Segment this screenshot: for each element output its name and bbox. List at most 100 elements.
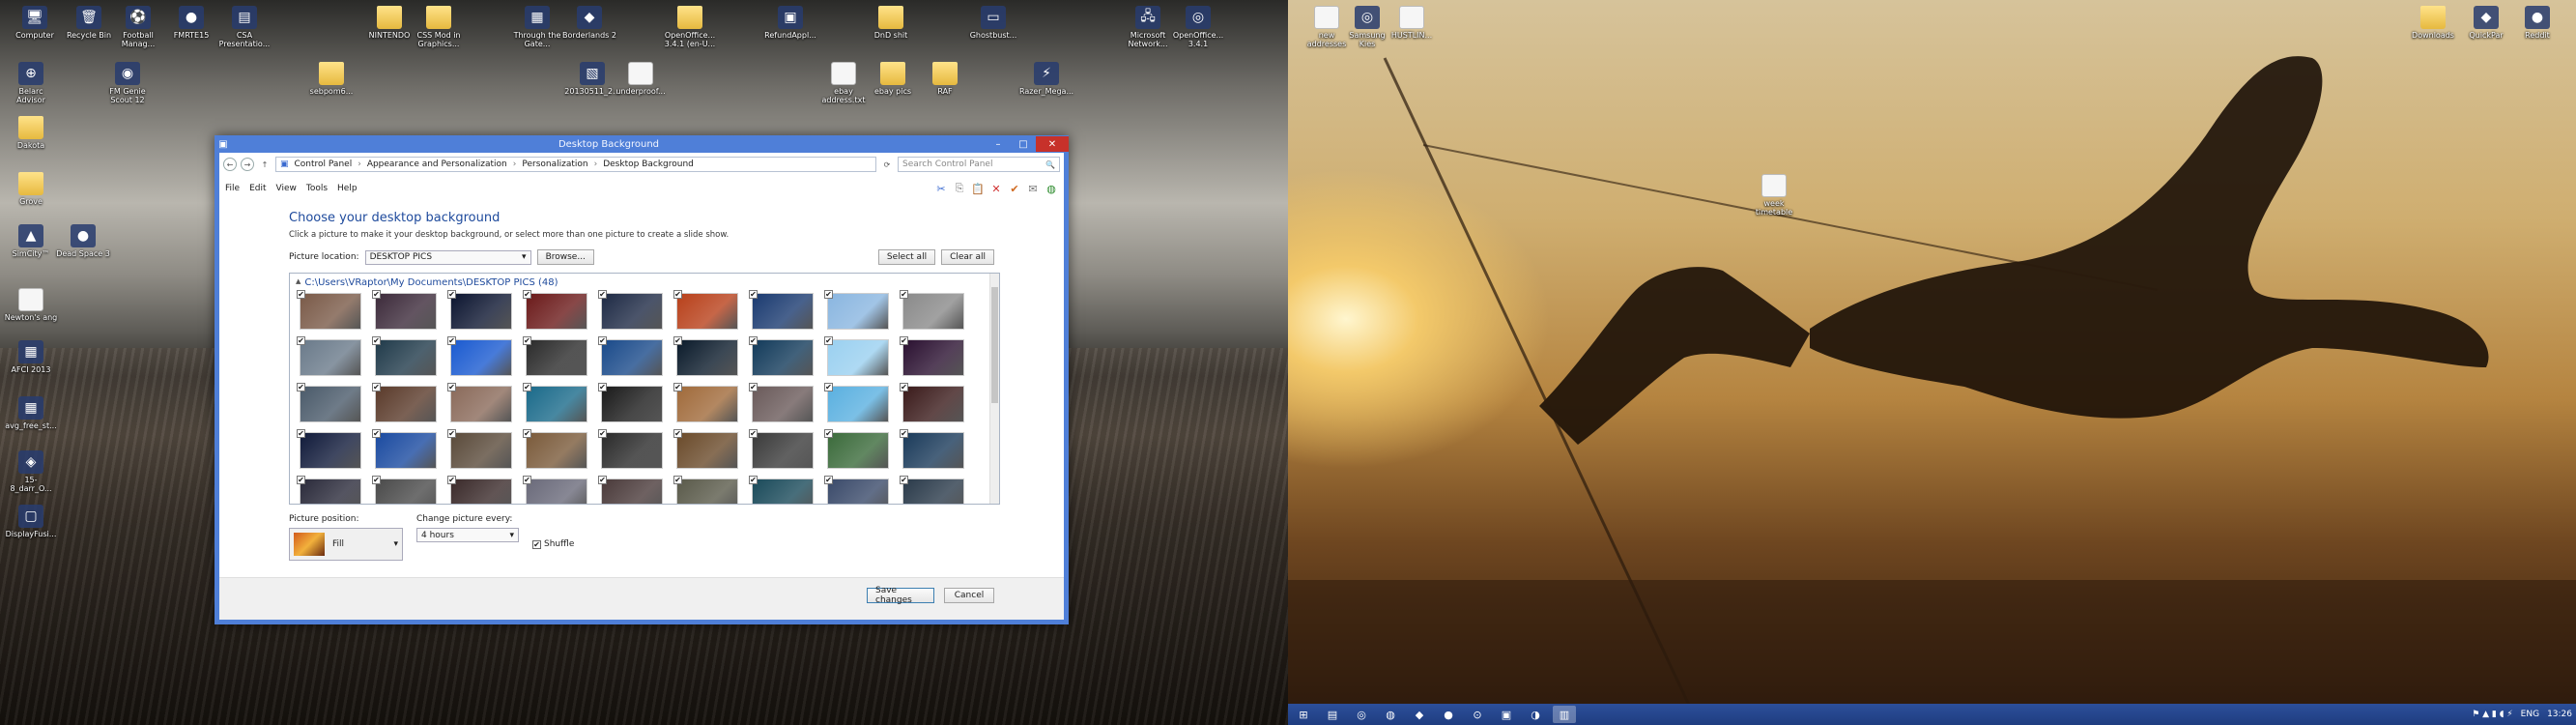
wallpaper-thumbnail[interactable]: ✔: [900, 476, 964, 504]
taskbar-item[interactable]: ⊙: [1466, 706, 1489, 723]
desktop-icon-3[interactable]: week timetable: [1747, 174, 1801, 217]
wallpaper-thumbnail[interactable]: ✔: [824, 290, 889, 330]
thumbnail-checkbox[interactable]: ✔: [523, 290, 531, 299]
thumbnail-checkbox[interactable]: ✔: [447, 336, 456, 345]
thumbnail-checkbox[interactable]: ✔: [372, 429, 381, 438]
group-header[interactable]: ▲ C:\Users\VRaptor\My Documents\DESKTOP …: [296, 277, 558, 288]
thumbnail-checkbox[interactable]: ✔: [523, 429, 531, 438]
wallpaper-thumbnail[interactable]: ✔: [447, 336, 512, 376]
wallpaper-thumbnail[interactable]: ✔: [372, 383, 437, 422]
thumbnail-checkbox[interactable]: ✔: [673, 476, 682, 484]
wallpaper-thumbnail[interactable]: ✔: [297, 290, 361, 330]
desktop-icon-2[interactable]: ⚽ Football Manag...: [111, 6, 165, 48]
wallpaper-thumbnail[interactable]: ✔: [673, 383, 738, 422]
thumbnail-checkbox[interactable]: ✔: [824, 476, 833, 484]
wallpaper-thumbnail[interactable]: ✔: [749, 336, 814, 376]
wallpaper-thumbnail[interactable]: ✔: [824, 476, 889, 504]
thumbnail-checkbox[interactable]: ✔: [824, 383, 833, 392]
thumbnail-checkbox[interactable]: ✔: [598, 336, 607, 345]
desktop-icon-17[interactable]: sebpom6...: [304, 62, 358, 96]
globe-icon[interactable]: ◍: [1045, 182, 1058, 195]
wallpaper-thumbnail[interactable]: ✔: [673, 429, 738, 469]
thumbnail-checkbox[interactable]: ✔: [673, 290, 682, 299]
thumbnail-checkbox[interactable]: ✔: [523, 336, 531, 345]
wallpaper-thumbnail[interactable]: ✔: [900, 336, 964, 376]
thumbnail-checkbox[interactable]: ✔: [447, 476, 456, 484]
taskbar-item[interactable]: ◍: [1379, 706, 1402, 723]
desktop-icon-5[interactable]: NINTENDO: [362, 6, 416, 40]
copy-icon[interactable]: ⎘: [953, 182, 966, 195]
desktop-icon-4[interactable]: ▤ CSA Presentatio...: [217, 6, 272, 48]
desktop-icon-4[interactable]: Downloads: [2406, 6, 2460, 40]
scrollbar-thumb[interactable]: [991, 287, 998, 403]
picture-grid[interactable]: ▲ C:\Users\VRaptor\My Documents\DESKTOP …: [289, 273, 1000, 505]
picture-position-select[interactable]: Fill ▾: [289, 528, 403, 561]
thumbnail-checkbox[interactable]: ✔: [372, 383, 381, 392]
wallpaper-thumbnail[interactable]: ✔: [749, 383, 814, 422]
desktop-icon-7[interactable]: ▦ Through the Gate...: [510, 6, 564, 48]
wallpaper-thumbnail[interactable]: ✔: [749, 476, 814, 504]
desktop-icon-29[interactable]: ▦ AFCI 2013: [4, 340, 58, 374]
up-button[interactable]: ↑: [258, 158, 272, 171]
desktop-icon-6[interactable]: ● Reddit: [2510, 6, 2564, 40]
wallpaper-thumbnail[interactable]: ✔: [824, 383, 889, 422]
thumbnail-checkbox[interactable]: ✔: [447, 429, 456, 438]
thumbnail-checkbox[interactable]: ✔: [749, 290, 758, 299]
wallpaper-thumbnail[interactable]: ✔: [900, 383, 964, 422]
picture-location-select[interactable]: DESKTOP PICS ▾: [364, 249, 531, 265]
thumbnail-checkbox[interactable]: ✔: [372, 290, 381, 299]
language-indicator[interactable]: ENG: [2521, 710, 2539, 719]
desktop-icon-23[interactable]: ⚡ Razer_Mega...: [1019, 62, 1073, 96]
thumbnail-checkbox[interactable]: ✔: [673, 383, 682, 392]
taskbar-item[interactable]: ▥: [1553, 706, 1576, 723]
wallpaper-thumbnail[interactable]: ✔: [598, 336, 663, 376]
thumbnail-checkbox[interactable]: ✔: [297, 290, 305, 299]
wallpaper-thumbnail[interactable]: ✔: [598, 429, 663, 469]
breadcrumb-item[interactable]: Control Panel: [295, 160, 353, 169]
wallpaper-thumbnail[interactable]: ✔: [523, 476, 587, 504]
desktop-icon-9[interactable]: OpenOffice... 3.4.1 (en-U...: [663, 6, 717, 48]
menu-tools[interactable]: Tools: [306, 184, 328, 193]
desktop-icon-32[interactable]: ▢ DisplayFusi...: [4, 505, 58, 538]
shuffle-checkbox[interactable]: ✔: [532, 539, 541, 549]
wallpaper-thumbnail[interactable]: ✔: [372, 429, 437, 469]
thumbnail-checkbox[interactable]: ✔: [447, 290, 456, 299]
desktop-icon-25[interactable]: Grove: [4, 172, 58, 206]
back-button[interactable]: ←: [223, 158, 237, 171]
menu-file[interactable]: File: [225, 184, 240, 193]
thumbnail-checkbox[interactable]: ✔: [598, 429, 607, 438]
mail-icon[interactable]: ✉: [1026, 182, 1040, 195]
wallpaper-thumbnail[interactable]: ✔: [598, 290, 663, 330]
taskbar-item[interactable]: ▣: [1495, 706, 1518, 723]
taskbar-item[interactable]: ◑: [1524, 706, 1547, 723]
wallpaper-thumbnail[interactable]: ✔: [673, 336, 738, 376]
paste-icon[interactable]: 📋: [971, 182, 985, 195]
wallpaper-thumbnail[interactable]: ✔: [749, 429, 814, 469]
minimize-button[interactable]: –: [986, 136, 1011, 152]
wallpaper-thumbnail[interactable]: ✔: [447, 290, 512, 330]
check-icon[interactable]: ✔: [1008, 182, 1021, 195]
wallpaper-thumbnail[interactable]: ✔: [297, 476, 361, 504]
menu-help[interactable]: Help: [337, 184, 358, 193]
desktop-icon-11[interactable]: DnD shit: [864, 6, 918, 40]
desktop-icon-31[interactable]: ◈ 15-8_darr_O...: [4, 450, 58, 493]
breadcrumb-item[interactable]: Desktop Background: [603, 160, 694, 169]
clock[interactable]: 13:26: [2547, 710, 2572, 719]
wallpaper-thumbnail[interactable]: ✔: [447, 383, 512, 422]
wallpaper-thumbnail[interactable]: ✔: [372, 336, 437, 376]
desktop-icon-30[interactable]: ▦ avg_free_st...: [4, 396, 58, 430]
thumbnail-checkbox[interactable]: ✔: [598, 383, 607, 392]
delete-icon[interactable]: ✕: [989, 182, 1003, 195]
desktop-icon-6[interactable]: CSS Mod in Graphics...: [412, 6, 466, 48]
desktop-icon-27[interactable]: ● Dead Space 3: [56, 224, 110, 258]
save-changes-button[interactable]: Save changes: [867, 586, 934, 605]
thumbnail-checkbox[interactable]: ✔: [749, 383, 758, 392]
wallpaper-thumbnail[interactable]: ✔: [297, 429, 361, 469]
desktop-icon-18[interactable]: ▧ 20130511_2...: [564, 62, 620, 96]
thumbnail-checkbox[interactable]: ✔: [749, 476, 758, 484]
thumbnail-checkbox[interactable]: ✔: [297, 429, 305, 438]
wallpaper-thumbnail[interactable]: ✔: [749, 290, 814, 330]
menu-view[interactable]: View: [276, 184, 297, 193]
wallpaper-thumbnail[interactable]: ✔: [372, 476, 437, 504]
breadcrumb-item[interactable]: Personalization: [522, 160, 587, 169]
